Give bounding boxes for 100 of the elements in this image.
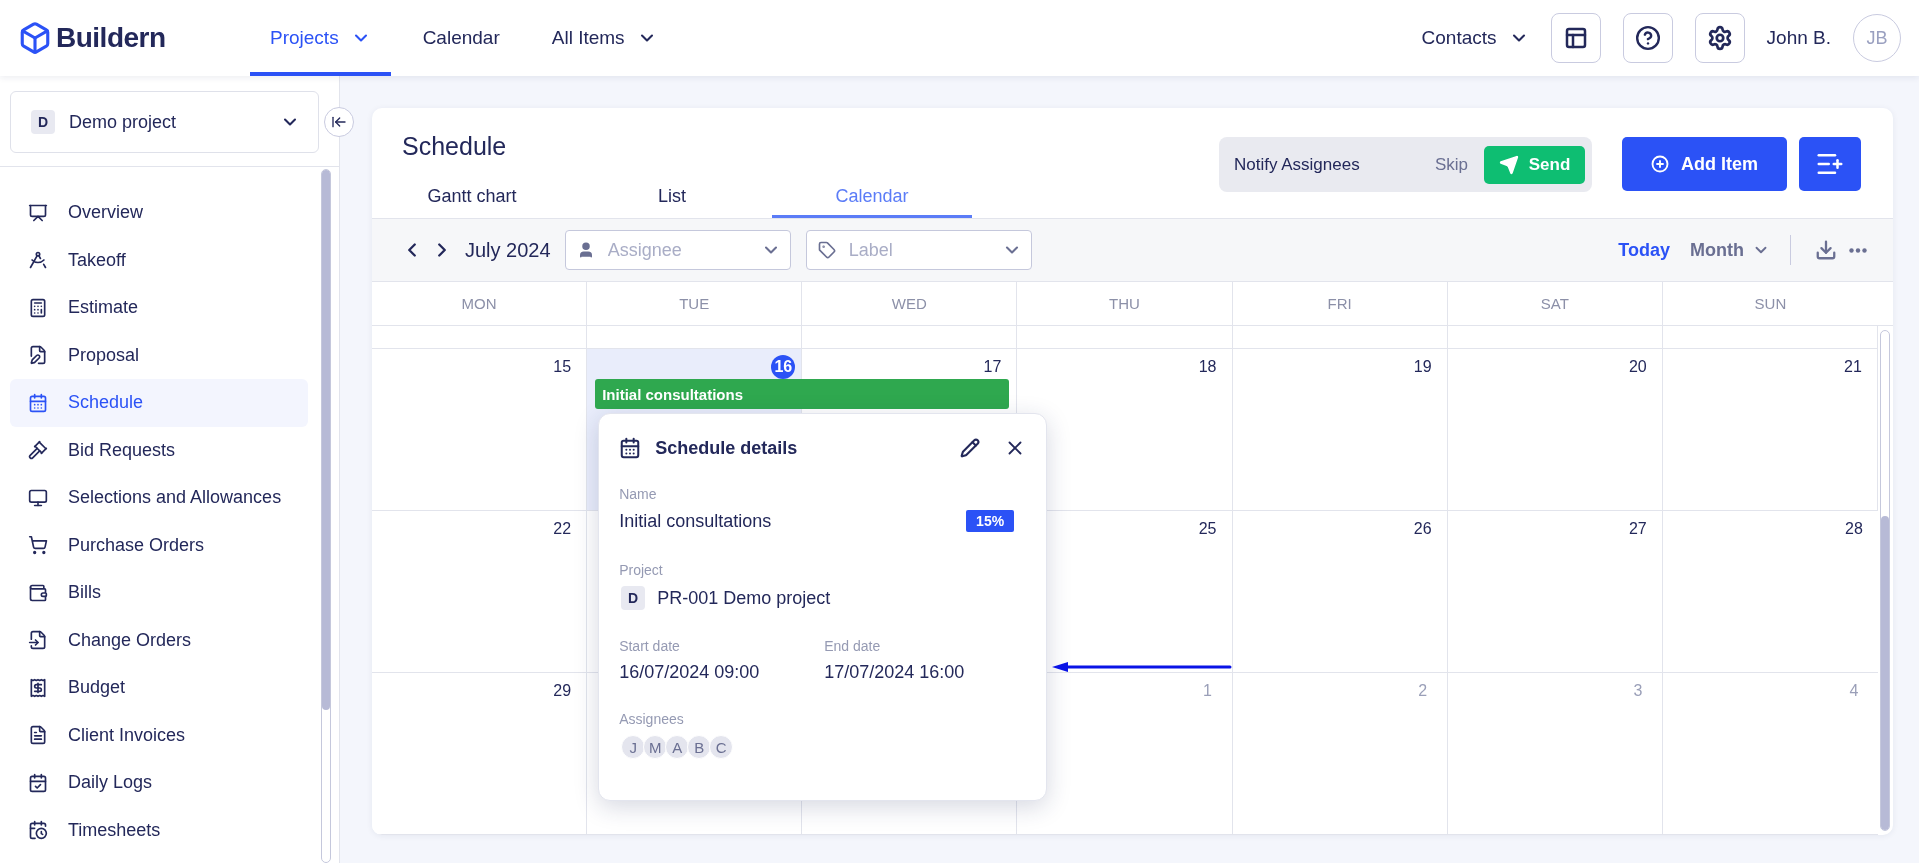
settings-button[interactable] — [1694, 13, 1745, 63]
day-number: 2 — [1417, 681, 1429, 701]
day-number: 26 — [1412, 519, 1433, 539]
download-icon — [1815, 239, 1837, 261]
day-cell[interactable]: 29 — [372, 673, 588, 834]
weekday-header: TUE — [587, 282, 803, 325]
assignee-avatar: A — [665, 735, 690, 759]
logo-text: Buildern — [56, 22, 166, 54]
weekday-header: WED — [802, 282, 1018, 325]
sidebar-item[interactable]: Selections and Allowances — [10, 474, 308, 522]
easel-icon — [28, 202, 48, 223]
calculator-icon — [28, 297, 48, 318]
day-number: 28 — [1844, 519, 1864, 539]
popup-title: Schedule details — [655, 437, 799, 459]
sidebar-item[interactable]: Budget — [10, 664, 308, 712]
more-icon — [1849, 247, 1867, 253]
project-badge: D — [31, 110, 55, 134]
field-label: Project — [619, 562, 664, 578]
layout-icon — [1563, 26, 1588, 50]
day-number: 22 — [552, 519, 573, 539]
day-number: 1 — [1202, 681, 1213, 701]
plus-circle-icon — [1651, 155, 1669, 173]
weekday-header: THU — [1017, 282, 1233, 325]
pencil-icon — [960, 438, 981, 458]
day-number: 27 — [1627, 519, 1648, 539]
document-pen-icon — [28, 345, 48, 366]
sidebar-item[interactable]: Change Orders — [10, 616, 308, 664]
scrollbar-thumb[interactable] — [1881, 515, 1889, 830]
contacts-menu[interactable]: Contacts — [1421, 27, 1529, 49]
compass-icon — [28, 250, 48, 271]
monitor-icon — [28, 487, 48, 508]
notify-label: Notify Assignees — [1234, 154, 1360, 175]
view-tab[interactable]: Gantt chart — [372, 178, 572, 218]
cart-icon — [28, 535, 48, 556]
field-value: 16/07/2024 09:00 — [619, 662, 761, 683]
today-button[interactable]: Today — [1612, 238, 1676, 262]
sidebar-item[interactable]: Overview — [10, 189, 308, 237]
logo-icon — [18, 21, 52, 55]
day-number: 18 — [1197, 357, 1218, 377]
calendar-icon — [28, 392, 48, 413]
collapse-icon — [331, 114, 347, 130]
progress-badge: 15% — [966, 510, 1015, 532]
day-number: 29 — [552, 681, 573, 701]
day-number: 16 — [771, 355, 796, 379]
page-title: Schedule — [402, 132, 508, 161]
assignee-avatar: B — [687, 735, 712, 759]
day-number: 15 — [552, 357, 573, 377]
field-label: Assignees — [619, 711, 685, 727]
settings-icon — [1706, 25, 1733, 51]
day-number: 4 — [1848, 681, 1860, 701]
field-label: Start date — [619, 638, 681, 654]
nav-tab[interactable]: Calendar — [402, 0, 520, 76]
sidebar-item[interactable]: Bills — [10, 569, 308, 617]
edit-button[interactable] — [960, 438, 981, 458]
assignee-avatar: C — [709, 735, 734, 759]
sidebar-item[interactable]: Takeoff — [10, 236, 308, 284]
send-icon — [1498, 154, 1519, 175]
label-select[interactable]: Label — [805, 230, 1032, 270]
field-value: PR-001 Demo project — [657, 587, 831, 609]
sidebar-item[interactable]: Purchase Orders — [10, 521, 308, 569]
document-icon — [28, 725, 48, 746]
help-button[interactable] — [1622, 13, 1673, 63]
skip-button[interactable]: Skip — [1434, 154, 1484, 175]
day-number: 21 — [1843, 357, 1863, 377]
user-name: John B. — [1766, 27, 1831, 49]
calendar-icon — [619, 437, 642, 459]
sidebar-item[interactable]: Client Invoices — [10, 711, 308, 759]
sidebar-item[interactable]: Bid Requests — [10, 426, 308, 474]
add-list-button[interactable] — [1799, 137, 1861, 191]
assignee-avatar: M — [643, 735, 668, 759]
month-label: July 2024 — [465, 238, 551, 262]
sidebar-item[interactable]: Daily Logs — [10, 759, 308, 807]
layout-button[interactable] — [1550, 13, 1601, 63]
calendar-clock-icon — [28, 820, 48, 841]
sidebar-item[interactable]: Schedule — [10, 379, 308, 427]
calendar-check-icon — [28, 772, 48, 793]
weekday-header: SAT — [1447, 282, 1663, 325]
assignee-avatar: J — [621, 735, 646, 759]
assignee-select[interactable]: Assignee — [564, 230, 791, 270]
day-number: 17 — [982, 357, 1003, 377]
scrollbar-thumb[interactable] — [322, 170, 330, 710]
sidebar-item[interactable]: Timesheets — [10, 806, 308, 854]
document-arrow-icon — [28, 630, 48, 651]
sidebar-item[interactable]: Estimate — [10, 284, 308, 332]
view-select[interactable]: Month — [1684, 238, 1776, 262]
day-number: 19 — [1412, 357, 1433, 377]
day-cell[interactable]: 15 — [372, 349, 588, 510]
nav-tab[interactable]: All Items — [531, 0, 677, 76]
project-badge: D — [621, 586, 646, 610]
gavel-icon — [28, 440, 48, 461]
day-cell[interactable]: 22 — [372, 511, 588, 672]
collapse-button[interactable] — [324, 107, 354, 137]
sidebar-item[interactable]: Proposal — [10, 331, 308, 379]
day-number: 3 — [1632, 681, 1644, 701]
day-number: 20 — [1627, 357, 1648, 377]
project-selector[interactable]: D Demo project — [10, 91, 319, 153]
add-item-button[interactable]: Add Item — [1622, 137, 1787, 191]
weekday-header: FRI — [1232, 282, 1448, 325]
view-tab[interactable]: List — [572, 178, 772, 218]
field-label: Name — [619, 486, 658, 502]
